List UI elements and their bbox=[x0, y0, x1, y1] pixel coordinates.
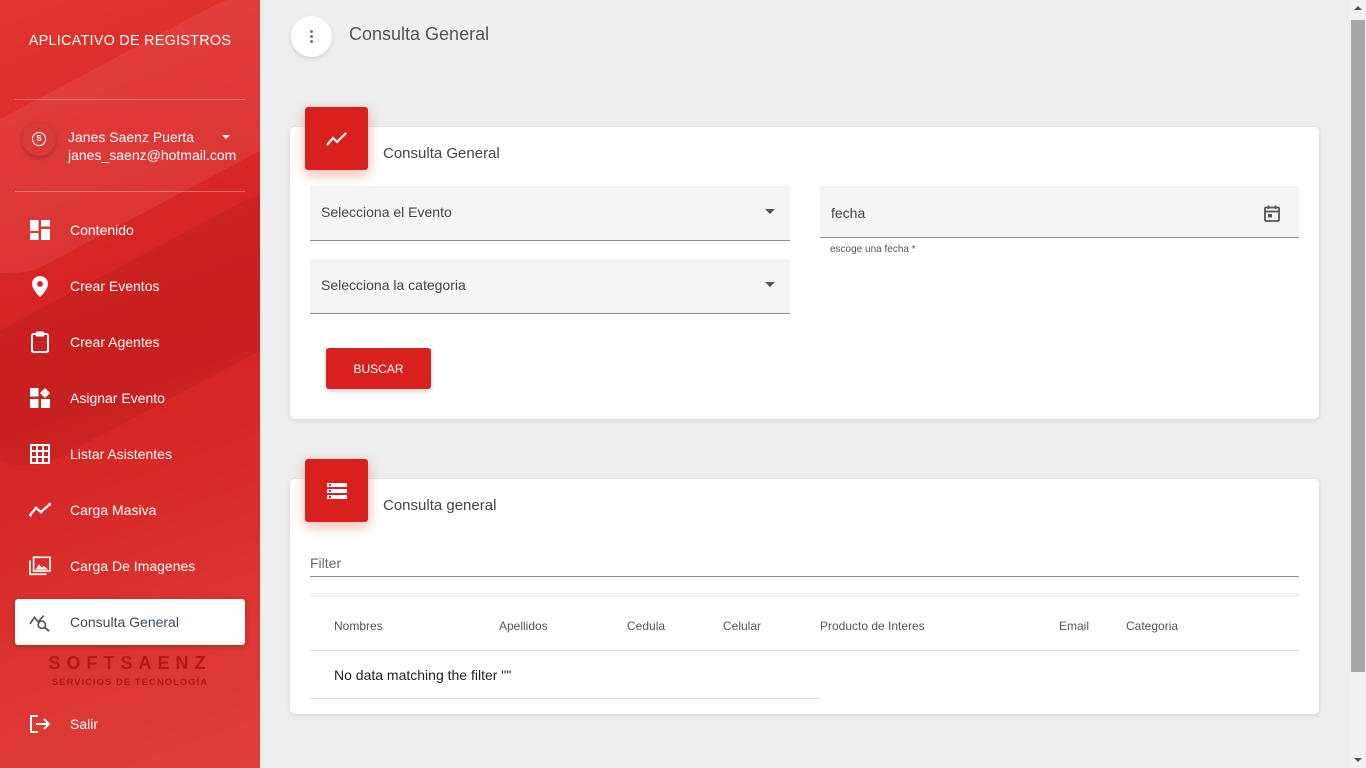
sidebar-item-crear-agentes[interactable]: Crear Agentes bbox=[15, 319, 245, 365]
event-select-label: Selecciona el Evento bbox=[321, 204, 452, 220]
calendar-icon[interactable] bbox=[1264, 205, 1280, 227]
avatar: S bbox=[22, 122, 56, 156]
sidebar-item-consulta-general[interactable]: Consulta General bbox=[15, 599, 245, 645]
query-stats-icon bbox=[29, 611, 51, 633]
filter-input[interactable]: Filter bbox=[310, 552, 1299, 577]
user-name: Janes Saenz Puerta bbox=[68, 129, 195, 145]
photo-library-icon bbox=[29, 555, 51, 577]
category-select-label: Selecciona la categoria bbox=[321, 277, 466, 293]
filter-placeholder: Filter bbox=[310, 555, 342, 571]
sidebar-item-crear-eventos[interactable]: Crear Eventos bbox=[15, 263, 245, 309]
logout-button[interactable]: Salir bbox=[15, 701, 245, 747]
trending-up-icon bbox=[305, 107, 368, 170]
app-brand[interactable]: APLICATIVO DE REGISTROS bbox=[0, 33, 260, 49]
sidebar-item-label: Carga De Imagenes bbox=[70, 558, 196, 574]
divider bbox=[15, 191, 245, 192]
sidebar-item-label: Carga Masiva bbox=[70, 502, 157, 518]
empty-table-message: No data matching the filter "" bbox=[334, 667, 512, 683]
results-card: Consulta general Filter Nombres Apellido… bbox=[290, 459, 1319, 714]
scroll-down-icon[interactable] bbox=[1354, 758, 1362, 762]
grid-icon bbox=[29, 443, 51, 465]
page-scrollbar[interactable] bbox=[1350, 0, 1366, 768]
logout-label: Salir bbox=[70, 716, 99, 732]
column-header-email[interactable]: Email bbox=[1059, 619, 1089, 633]
sidebar-item-label: Crear Eventos bbox=[70, 278, 160, 294]
sidebar-item-label: Listar Asistentes bbox=[70, 446, 172, 462]
page-title: Consulta General bbox=[349, 24, 490, 44]
dashboard-icon bbox=[29, 219, 51, 241]
search-card-title: Consulta General bbox=[383, 145, 500, 162]
sidebar-item-listar-asistentes[interactable]: Listar Asistentes bbox=[15, 431, 245, 477]
date-hint: escoge una fecha * bbox=[830, 244, 916, 255]
event-select[interactable]: Selecciona el Evento bbox=[310, 186, 790, 241]
sidebar: APLICATIVO DE REGISTROS S Janes Saenz Pu… bbox=[0, 0, 260, 768]
column-header-apellidos[interactable]: Apellidos bbox=[499, 619, 548, 633]
category-select[interactable]: Selecciona la categoria bbox=[310, 259, 790, 314]
results-card-title: Consulta general bbox=[383, 497, 497, 514]
caret-down-icon bbox=[765, 282, 775, 287]
divider bbox=[310, 698, 820, 699]
list-icon bbox=[305, 459, 368, 522]
column-header-nombres[interactable]: Nombres bbox=[334, 619, 383, 633]
caret-down-icon[interactable] bbox=[222, 135, 230, 139]
column-header-producto[interactable]: Producto de Interes bbox=[820, 619, 925, 633]
more-options-button[interactable] bbox=[291, 16, 332, 57]
sidebar-item-contenido[interactable]: Contenido bbox=[15, 207, 245, 253]
column-header-cedula[interactable]: Cedula bbox=[627, 619, 665, 633]
company-logo: SOFTSAENZ SERVICIOS DE TECNOLOGÍA bbox=[0, 653, 260, 688]
column-header-categoria[interactable]: Categoria bbox=[1126, 619, 1178, 633]
sidebar-item-asignar-evento[interactable]: Asignar Evento bbox=[15, 375, 245, 421]
sidebar-item-label: Asignar Evento bbox=[70, 390, 165, 406]
sidebar-item-label: Consulta General bbox=[70, 614, 179, 630]
user-profile[interactable]: S Janes Saenz Puerta janes_saenz@hotmail… bbox=[22, 120, 247, 170]
sidebar-item-carga-masiva[interactable]: Carga Masiva bbox=[15, 487, 245, 533]
logout-icon bbox=[29, 713, 51, 735]
column-header-celular[interactable]: Celular bbox=[723, 619, 761, 633]
date-field[interactable]: fecha bbox=[820, 186, 1299, 238]
caret-down-icon bbox=[765, 209, 775, 214]
search-card: Consulta General Selecciona el Evento Se… bbox=[290, 107, 1319, 419]
search-button[interactable]: BUSCAR bbox=[326, 348, 431, 389]
table-header: Nombres Apellidos Cedula Celular Product… bbox=[310, 593, 1299, 651]
company-logo-name: SOFTSAENZ bbox=[48, 653, 212, 673]
widgets-icon bbox=[29, 387, 51, 409]
user-email: janes_saenz@hotmail.com bbox=[68, 147, 237, 163]
date-field-label: fecha bbox=[831, 205, 866, 221]
scrollbar-thumb[interactable] bbox=[1351, 20, 1365, 672]
scroll-up-icon[interactable] bbox=[1354, 6, 1362, 10]
clipboard-icon bbox=[29, 331, 51, 353]
sidebar-item-carga-imagenes[interactable]: Carga De Imagenes bbox=[15, 543, 245, 589]
location-pin-icon bbox=[29, 275, 51, 297]
divider bbox=[15, 99, 245, 100]
sidebar-item-label: Crear Agentes bbox=[70, 334, 160, 350]
trending-line-icon bbox=[29, 499, 51, 521]
company-logo-tagline: SERVICIOS DE TECNOLOGÍA bbox=[51, 677, 209, 688]
sidebar-item-label: Contenido bbox=[70, 222, 134, 238]
